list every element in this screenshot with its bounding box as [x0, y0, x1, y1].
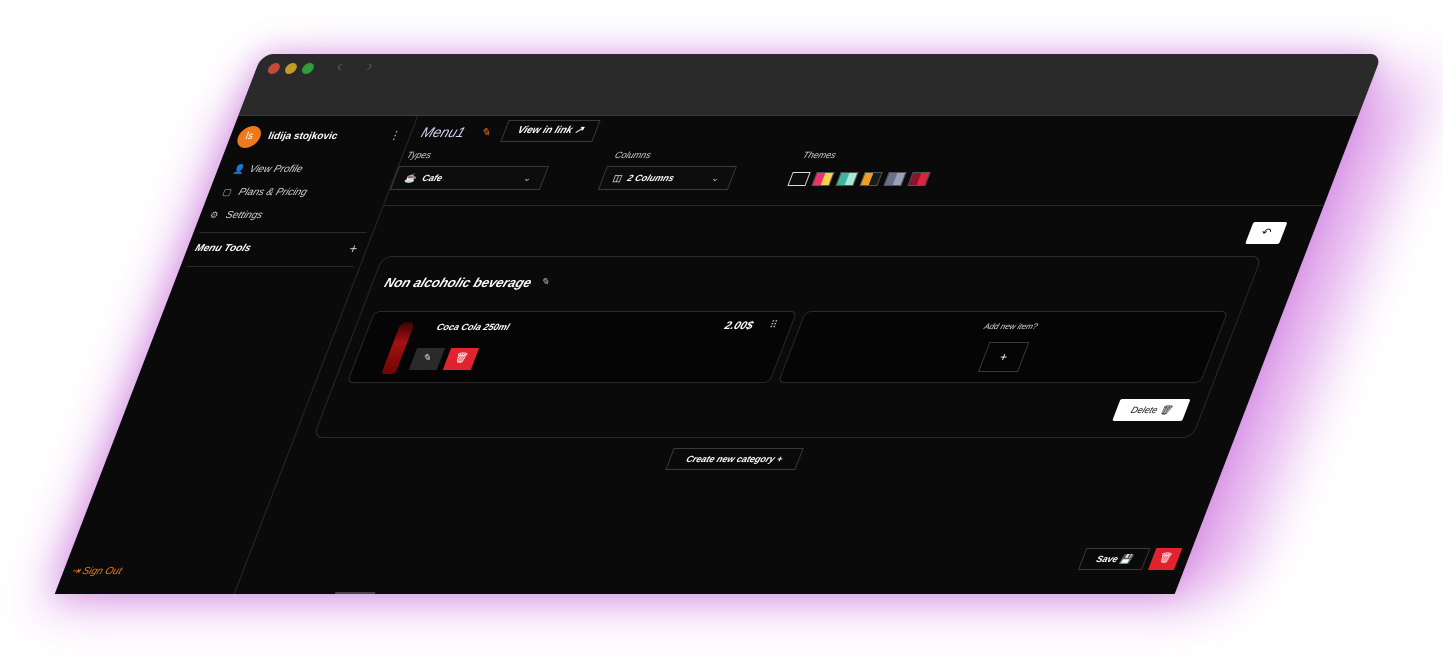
item-name: Coca Cola 250ml	[435, 322, 512, 332]
delete-category-button[interactable]: Delete 🗑	[1112, 399, 1191, 421]
types-value: Cafe	[420, 173, 445, 183]
sign-out-button[interactable]: ⇥ Sign Out	[69, 566, 123, 577]
sign-out-label: Sign Out	[80, 566, 124, 577]
undo-button[interactable]: ↶	[1245, 222, 1288, 244]
trash-icon: 🗑	[1157, 405, 1174, 415]
forward-arrow-icon[interactable]: ›	[364, 58, 376, 76]
save-button[interactable]: Save 💾	[1077, 548, 1151, 570]
app-window: ‹ › ls lidija stojkovic ⋮ 👤View Profile …	[54, 54, 1383, 594]
delete-menu-button[interactable]: 🗑	[1147, 548, 1183, 570]
menu-tools-label: Menu Tools	[193, 243, 253, 254]
view-in-link-button[interactable]: View in link ↗	[500, 120, 601, 142]
external-link-icon: ↗	[572, 125, 586, 136]
user-row[interactable]: ls lidija stojkovic ⋮	[233, 126, 406, 150]
sidebar-item-label: Settings	[223, 210, 265, 221]
add-item-button[interactable]: +	[977, 342, 1030, 372]
edit-category-icon[interactable]: ✎	[539, 277, 552, 288]
theme-swatch[interactable]	[907, 172, 931, 186]
add-item-card: Add new item? +	[777, 311, 1229, 383]
divider	[199, 232, 367, 233]
theme-swatch[interactable]	[859, 172, 883, 186]
theme-swatches	[786, 172, 937, 190]
avatar: ls	[233, 126, 265, 148]
menu-item-card: Coca Cola 250ml 2.00$ ⠿ ✎ 🗑	[346, 311, 798, 383]
sidebar-item-label: View Profile	[247, 164, 305, 175]
gear-icon: ⚙	[208, 210, 221, 220]
user-icon: 👤	[231, 164, 247, 174]
chevron-down-icon: ⌄	[521, 173, 534, 183]
chevron-down-icon: ⌄	[709, 173, 722, 183]
add-item-label: Add new item?	[982, 322, 1040, 331]
menu-title: Menu1	[418, 124, 468, 140]
back-arrow-icon[interactable]: ‹	[334, 58, 346, 76]
themes-label: Themes	[801, 150, 838, 160]
sidebar-item-plans-pricing[interactable]: ▢ Plans & Pricing	[221, 187, 309, 198]
theme-swatch[interactable]	[787, 172, 811, 186]
category-card: Non alcoholic beverage ✎ Coca Cola 250ml…	[312, 256, 1263, 438]
trash-icon: 🗑	[452, 353, 470, 364]
menu-tools-section: Menu Tools +	[193, 241, 361, 256]
drag-handle-icon[interactable]: ⠿	[767, 320, 779, 331]
minimize-window-button[interactable]	[283, 63, 299, 74]
undo-icon: ↶	[1259, 227, 1274, 239]
close-window-button[interactable]	[266, 63, 282, 74]
plus-icon: +	[997, 350, 1010, 364]
create-category-label: Create new category	[684, 454, 777, 464]
sidebar-item-view-profile[interactable]: 👤View Profile	[231, 164, 305, 175]
sidebar-item-settings[interactable]: ⚙ Settings	[208, 210, 264, 221]
scrollbar[interactable]	[334, 592, 376, 594]
edit-menu-name-icon[interactable]: ✎	[479, 126, 493, 139]
types-select[interactable]: ☕ Cafe ⌄	[389, 166, 550, 190]
box-icon: ▢	[221, 187, 234, 197]
maximize-window-button[interactable]	[300, 63, 316, 74]
menu-editor: ↶ Non alcoholic beverage ✎ Coca Cola 250…	[235, 206, 1324, 594]
sidebar-item-label: Plans & Pricing	[236, 187, 309, 198]
delete-label: Delete	[1129, 405, 1160, 415]
columns-value: 2 Columns	[625, 173, 676, 183]
cup-icon: ☕	[403, 173, 419, 183]
more-options-icon[interactable]: ⋮	[387, 129, 403, 142]
divider	[186, 266, 354, 267]
trash-icon: 🗑	[1156, 553, 1174, 564]
category-title: Non alcoholic beverage	[382, 275, 535, 290]
theme-swatch[interactable]	[811, 172, 835, 186]
create-category-button[interactable]: Create new category +	[665, 448, 804, 470]
theme-swatch[interactable]	[883, 172, 907, 186]
user-name: lidija stojkovic	[266, 131, 340, 142]
menu-settings-bar: Menu1 ✎ View in link ↗ Types ☕ Cafe ⌄ Col…	[383, 116, 1359, 206]
columns-icon: ◫	[611, 173, 624, 183]
columns-label: Columns	[613, 150, 653, 160]
save-label: Save	[1094, 554, 1120, 564]
delete-item-button[interactable]: 🗑	[442, 348, 480, 370]
window-titlebar: ‹ ›	[238, 54, 1382, 116]
item-price: 2.00$	[722, 320, 755, 332]
save-icon: 💾	[1118, 554, 1134, 564]
columns-select[interactable]: ◫ 2 Columns ⌄	[597, 166, 738, 190]
add-menu-tool-button[interactable]: +	[347, 241, 360, 256]
edit-icon: ✎	[420, 353, 434, 364]
view-in-link-label: View in link	[515, 125, 575, 136]
theme-swatch[interactable]	[835, 172, 859, 186]
edit-item-button[interactable]: ✎	[408, 348, 446, 370]
types-label: Types	[405, 150, 433, 160]
plus-icon: +	[775, 454, 785, 464]
